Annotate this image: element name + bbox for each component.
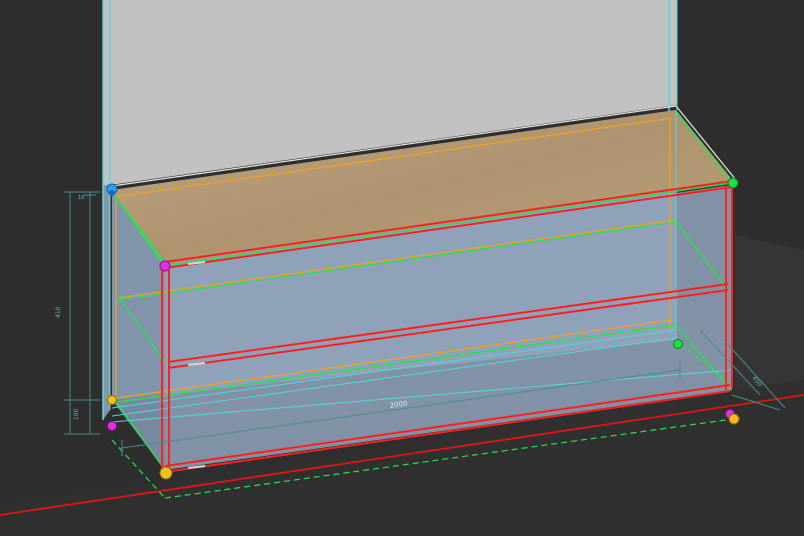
handle-bottom-left-back-magenta[interactable] (107, 421, 117, 431)
wall-side-strip (103, 185, 110, 420)
handle-bottom-front-left[interactable] (159, 466, 173, 480)
3d-viewport[interactable]: 2000 410 100 450 18 (0, 0, 804, 532)
dimension-top-tick-label: 18 (78, 195, 84, 201)
handle-top-left-back-inner (109, 190, 115, 196)
dimension-plinth-label: 100 (73, 408, 80, 420)
handle-mid-right-back[interactable] (673, 339, 683, 349)
handle-top-left-front[interactable] (159, 260, 171, 272)
scene-canvas[interactable]: 2000 410 100 450 18 (0, 0, 804, 532)
handle-bottom-right-yellow[interactable] (728, 413, 740, 425)
dimension-height-label: 410 (55, 306, 62, 318)
handle-top-right[interactable] (727, 177, 739, 189)
handle-bottom-left-back-yellow[interactable] (107, 395, 117, 405)
